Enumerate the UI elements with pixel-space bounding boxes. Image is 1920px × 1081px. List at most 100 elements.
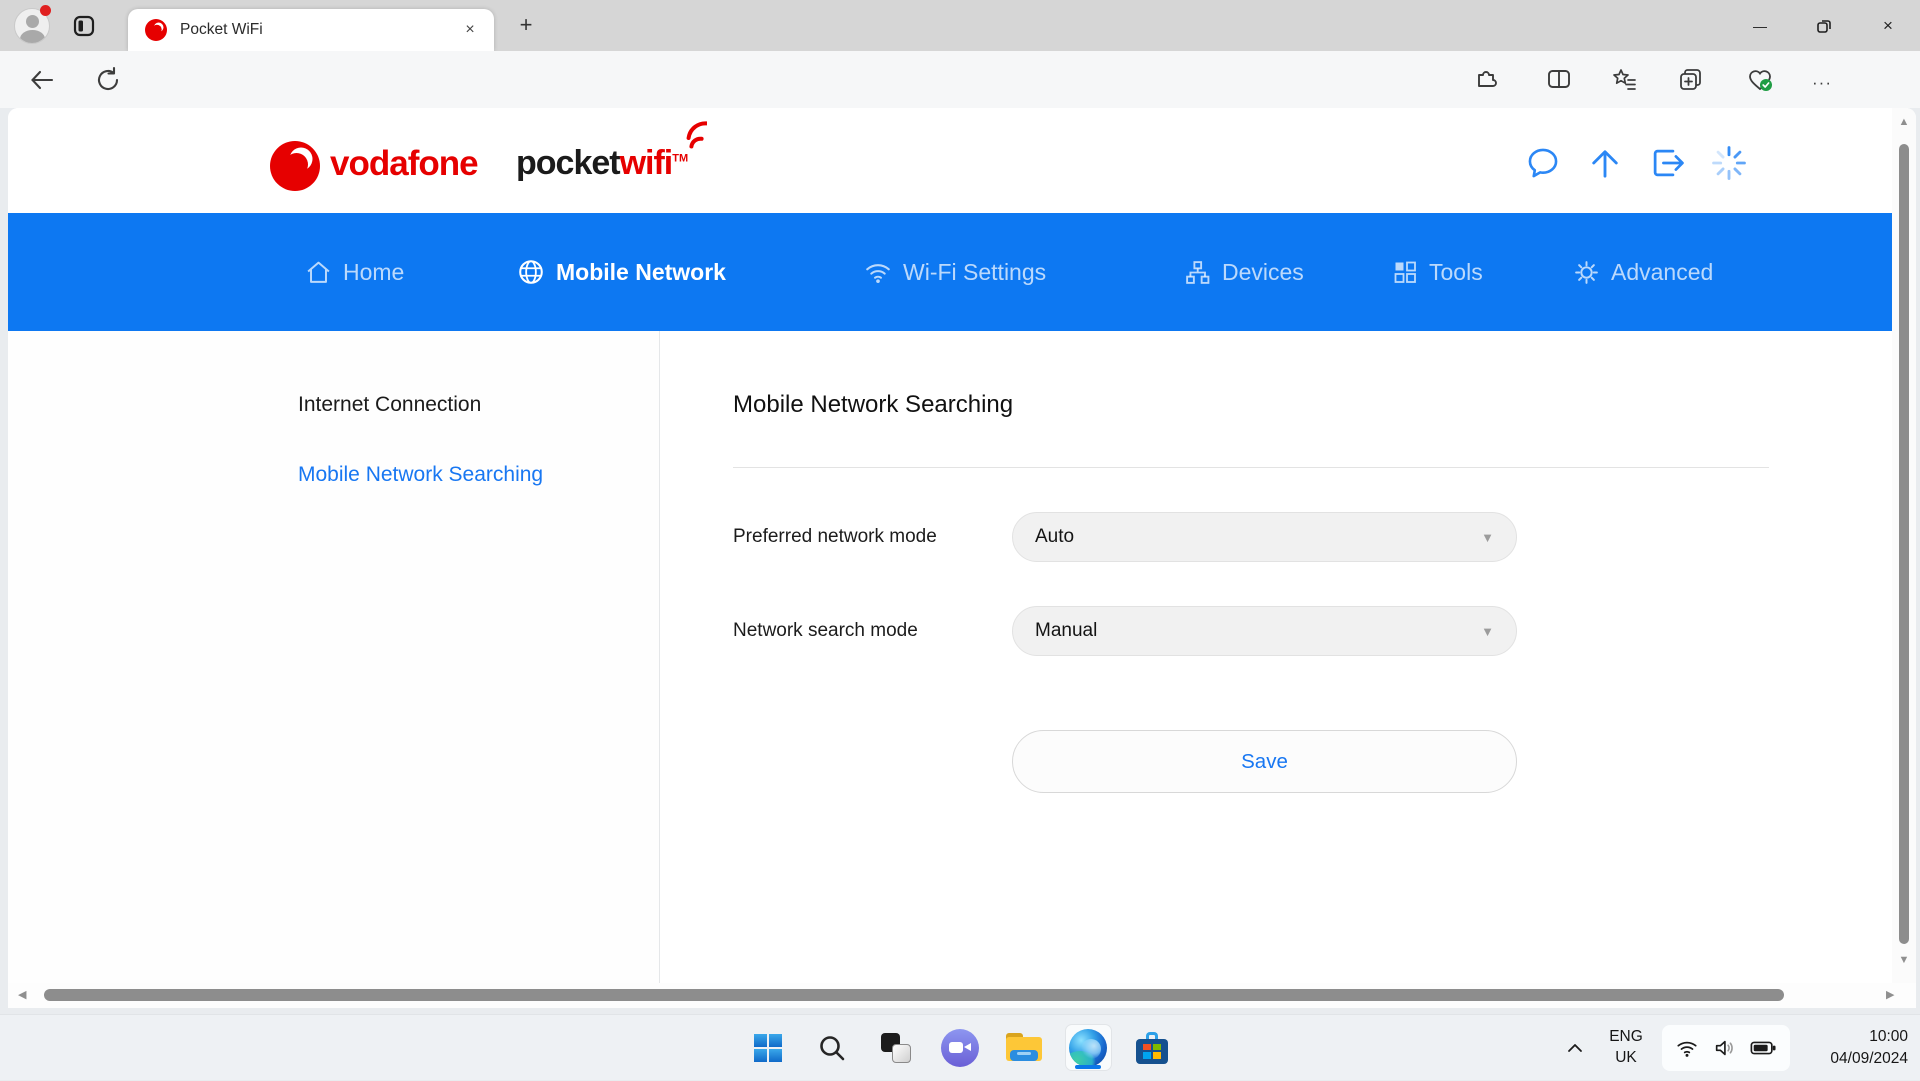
store-icon — [1136, 1032, 1168, 1064]
vodafone-favicon — [145, 19, 167, 41]
new-tab-button[interactable]: + — [512, 12, 540, 40]
edge-icon — [1069, 1029, 1107, 1067]
file-explorer-button[interactable] — [1001, 1024, 1048, 1071]
split-screen-button[interactable] — [1546, 66, 1576, 96]
scroll-up-arrow[interactable]: ▲ — [1892, 116, 1916, 128]
battery-icon — [1750, 1037, 1776, 1059]
minimize-button[interactable]: — — [1728, 0, 1792, 51]
nav-label: Home — [343, 259, 404, 286]
vertical-scroll-thumb[interactable] — [1899, 144, 1909, 944]
preferred-network-mode-select[interactable]: Auto ▼ — [1012, 512, 1517, 562]
gear-icon — [1573, 259, 1600, 286]
nav-home[interactable]: Home — [305, 213, 404, 331]
browser-essentials-button[interactable] — [1746, 66, 1776, 96]
back-button[interactable] — [28, 66, 58, 96]
spinner-icon — [1710, 144, 1748, 182]
workspaces-icon — [72, 14, 96, 38]
nav-label: Wi-Fi Settings — [903, 259, 1046, 286]
selected-value: Manual — [1035, 620, 1097, 642]
tab-close-button[interactable]: × — [458, 18, 482, 42]
scroll-down-arrow[interactable]: ▼ — [1892, 954, 1916, 966]
quick-settings-button[interactable] — [1662, 1025, 1790, 1071]
nav-advanced[interactable]: Advanced — [1573, 213, 1713, 331]
tray-overflow-button[interactable] — [1558, 1031, 1592, 1065]
scroll-left-arrow[interactable]: ◀ — [18, 988, 26, 1001]
chat-bubble-icon — [1524, 144, 1562, 182]
profile-person-icon — [20, 30, 45, 44]
nav-mobile-network[interactable]: Mobile Network — [517, 213, 726, 331]
page-title: Mobile Network Searching — [733, 391, 1013, 419]
close-button[interactable]: × — [1856, 0, 1920, 51]
save-button[interactable]: Save — [1012, 730, 1517, 793]
chevron-up-icon — [1566, 1039, 1584, 1057]
tab-actions-button[interactable] — [72, 14, 96, 38]
wifi-status-icon — [1676, 1037, 1698, 1059]
collections-button[interactable] — [1677, 66, 1707, 96]
nav-wifi-settings[interactable]: Wi-Fi Settings — [864, 213, 1046, 331]
restore-button[interactable] — [1792, 0, 1856, 51]
router-admin-page: vodafone pocketwifiTM — [8, 108, 1916, 1008]
up-arrow-icon — [1586, 144, 1624, 182]
browser-titlebar: Pocket WiFi × + — × — [0, 0, 1920, 51]
header-quick-actions — [1524, 144, 1748, 182]
pocket-text: pocket — [516, 144, 620, 182]
system-tray: ENG UK 10:00 04/0 — [1558, 1015, 1920, 1081]
sidebar-item-mobile-network-searching[interactable]: Mobile Network Searching — [298, 463, 543, 487]
chevron-down-icon: ▼ — [1481, 530, 1494, 545]
search-button[interactable] — [809, 1024, 856, 1071]
wifi-text: wifi — [620, 144, 673, 182]
folder-icon — [1006, 1033, 1042, 1063]
language-line2: UK — [1600, 1048, 1652, 1069]
wifi-icon — [864, 258, 892, 286]
network-search-mode-label: Network search mode — [733, 620, 918, 642]
page-header: vodafone pocketwifiTM — [8, 108, 1916, 213]
settings-more-button[interactable]: ··· — [1812, 73, 1842, 103]
vodafone-logo-icon — [270, 141, 320, 191]
volume-icon — [1713, 1037, 1735, 1059]
clock-calendar-button[interactable]: 10:00 04/09/2024 — [1804, 1026, 1908, 1069]
tray-date: 04/09/2024 — [1804, 1048, 1908, 1070]
task-view-button[interactable] — [873, 1024, 920, 1071]
pocketwifi-wordmark: pocketwifiTM — [516, 144, 688, 183]
globe-icon — [517, 258, 545, 286]
microsoft-store-button[interactable] — [1129, 1024, 1176, 1071]
tray-time: 10:00 — [1804, 1026, 1908, 1048]
notification-dot — [40, 5, 51, 16]
nav-label: Devices — [1222, 259, 1304, 286]
scroll-right-arrow[interactable]: ▶ — [1886, 988, 1894, 1001]
windows-taskbar: ENG UK 10:00 04/0 — [0, 1014, 1920, 1080]
window-controls: — × — [1728, 0, 1920, 51]
horizontal-scrollbar[interactable]: ◀ ▶ — [8, 983, 1916, 1008]
preferred-network-mode-label: Preferred network mode — [733, 526, 937, 548]
tab-title: Pocket WiFi — [180, 9, 263, 51]
task-view-icon — [881, 1033, 911, 1063]
back-arrow-icon — [28, 66, 56, 94]
nav-tools[interactable]: Tools — [1392, 213, 1483, 331]
windows-logo-icon — [754, 1034, 782, 1062]
start-button[interactable] — [745, 1024, 792, 1071]
language-switcher[interactable]: ENG UK — [1600, 1027, 1652, 1069]
chat-button[interactable] — [937, 1024, 984, 1071]
vertical-scrollbar[interactable]: ▲ ▼ — [1892, 108, 1916, 983]
edge-browser-button[interactable] — [1065, 1024, 1112, 1071]
sidebar-item-internet-connection[interactable]: Internet Connection — [298, 393, 481, 417]
update-button[interactable] — [1586, 144, 1624, 182]
network-search-mode-select[interactable]: Manual ▼ — [1012, 606, 1517, 656]
sms-button[interactable] — [1524, 144, 1562, 182]
collections-icon — [1677, 66, 1704, 93]
profile-person-icon — [26, 15, 39, 28]
nav-label: Advanced — [1611, 259, 1713, 286]
browser-tab[interactable]: Pocket WiFi × — [128, 9, 494, 51]
horizontal-scroll-thumb[interactable] — [44, 989, 1784, 1001]
section-divider — [733, 467, 1769, 468]
nav-devices[interactable]: Devices — [1184, 213, 1304, 331]
extensions-button[interactable] — [1473, 66, 1503, 96]
screen: Pocket WiFi × + — × — [0, 0, 1920, 1080]
signal-arcs-icon — [671, 120, 707, 150]
nav-label: Mobile Network — [556, 259, 726, 286]
logout-button[interactable] — [1648, 144, 1686, 182]
chevron-down-icon: ▼ — [1481, 624, 1494, 639]
favorites-button[interactable] — [1611, 66, 1641, 96]
refresh-button[interactable] — [94, 66, 124, 96]
browser-toolbar: Not secure 192.168.8.1/#/mobilesearch A … — [0, 51, 1920, 108]
